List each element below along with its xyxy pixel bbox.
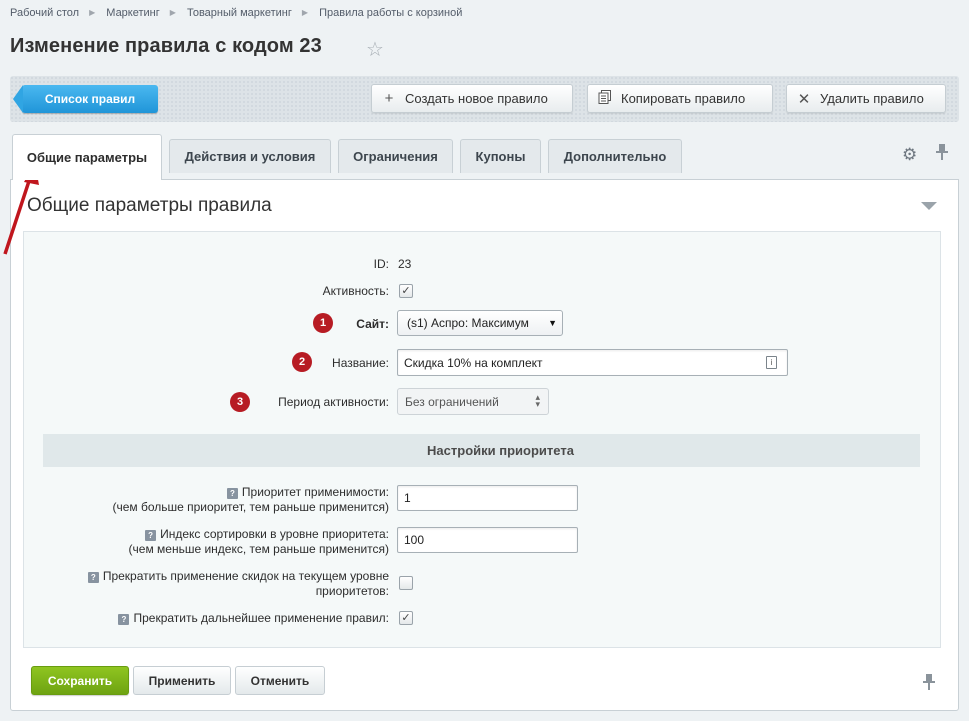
apply-button[interactable]: Применить (133, 666, 231, 695)
plus-icon: + (384, 90, 394, 107)
copy-rule-button[interactable]: Копировать правило (587, 84, 773, 113)
applicability-label-text: Приоритет применимости: (241, 485, 389, 499)
create-rule-button[interactable]: + Создать новое правило (371, 84, 573, 113)
site-label: Сайт: (356, 317, 389, 331)
pin-icon[interactable] (936, 144, 948, 164)
help-icon[interactable]: ? (118, 614, 130, 625)
chevron-right-icon: ▶ (89, 8, 96, 17)
save-button[interactable]: Сохранить (31, 666, 129, 695)
sort-label-text: Индекс сортировки в уровне приоритета: (160, 527, 389, 541)
create-rule-label: Создать новое правило (405, 91, 548, 106)
apply-label: Применить (148, 673, 216, 688)
breadcrumb: Рабочий стол ▶ Маркетинг ▶ Товарный маркет… (10, 7, 462, 19)
name-label: Название: (332, 356, 389, 370)
tab-actions-label: Действия и условия (184, 149, 316, 164)
applicability-input[interactable]: 1 (397, 485, 578, 511)
rule-list-label: Список правил (44, 92, 136, 106)
section-title: Общие параметры правила (27, 195, 272, 216)
tab-restrictions[interactable]: Ограничения (338, 139, 453, 173)
badge-2-text: 2 (298, 356, 306, 368)
tab-coupons-label: Купоны (475, 149, 526, 164)
stop-level-label-2: приоритетов: (315, 584, 389, 598)
stop-further-label: ? Прекратить дальнейшее применение правил… (118, 611, 389, 625)
badge-1-text: 1 (319, 317, 327, 329)
page-title: Изменение правила с кодом 23 (10, 35, 322, 57)
site-select-value: (s1) Аспро: Максимум (407, 316, 529, 330)
gear-icon[interactable]: ⚙ (902, 145, 917, 165)
tab-restrictions-label: Ограничения (353, 149, 438, 164)
save-label: Сохранить (47, 673, 113, 688)
translit-icon[interactable]: i (766, 356, 777, 369)
breadcrumb-desktop[interactable]: Рабочий стол (10, 7, 79, 19)
tab-general-label: Общие параметры (26, 150, 148, 165)
sort-input[interactable]: 100 (397, 527, 578, 553)
copy-icon (598, 89, 612, 108)
chevron-right-icon: ▶ (301, 8, 309, 17)
triangle-down-icon: ▼ (548, 318, 557, 328)
annotation-badge-1: 1 (313, 313, 333, 333)
tab-coupons[interactable]: Купоны (460, 139, 541, 173)
breadcrumb-cart-rules[interactable]: Правила работы с корзиной (319, 7, 462, 19)
cancel-button[interactable]: Отменить (235, 666, 325, 695)
cancel-label: Отменить (250, 673, 310, 688)
breadcrumb-marketing[interactable]: Маркетинг (106, 7, 159, 19)
breadcrumb-product-marketing[interactable]: Товарный маркетинг (187, 7, 292, 19)
applicability-input-value: 1 (404, 491, 411, 505)
site-select[interactable]: (s1) Аспро: Максимум ▼ (397, 310, 563, 336)
period-label: Период активности: (278, 395, 389, 409)
tab-actions[interactable]: Действия и условия (169, 139, 331, 173)
close-icon: ✕ (797, 90, 811, 108)
tab-general[interactable]: Общие параметры (12, 134, 162, 180)
annotation-badge-3: 3 (230, 392, 250, 412)
annotation-badge-2: 2 (292, 352, 312, 372)
stop-level-label-text: Прекратить применение скидок на текущем … (102, 569, 389, 583)
copy-rule-label: Копировать правило (621, 91, 746, 106)
id-value: 23 (398, 257, 412, 271)
stop-level-label: ? Прекратить применение скидок на текущем… (87, 569, 389, 583)
sort-hint: (чем меньше индекс, тем раньше применитс… (128, 542, 389, 556)
sort-input-value: 100 (404, 533, 425, 547)
stop-level-checkbox[interactable] (399, 576, 413, 590)
badge-3-text: 3 (236, 396, 244, 408)
tab-additional[interactable]: Дополнительно (548, 139, 682, 173)
period-select-value: Без ограничений (405, 394, 499, 409)
priority-header: Настройки приоритета (43, 434, 920, 467)
help-icon[interactable]: ? (87, 572, 99, 583)
help-icon[interactable]: ? (226, 488, 238, 499)
chevron-right-icon: ▶ (169, 8, 176, 17)
id-label: ID: (373, 257, 389, 271)
stop-further-checkbox[interactable]: ✓ (399, 611, 413, 625)
sort-label: ? Индекс сортировки в уровне приоритета: (145, 527, 389, 541)
name-input[interactable]: Скидка 10% на комплект i (397, 349, 788, 376)
name-input-value: Скидка 10% на комплект (404, 355, 543, 370)
stop-further-label-text: Прекратить дальнейшее применение правил: (133, 611, 389, 625)
pin-icon[interactable] (923, 674, 935, 694)
star-icon[interactable]: ☆ (366, 37, 384, 62)
applicability-hint: (чем больше приоритет, тем раньше примен… (112, 500, 389, 514)
collapse-icon[interactable] (921, 202, 937, 210)
tab-additional-label: Дополнительно (563, 149, 667, 164)
active-label: Активность: (322, 284, 389, 298)
updown-icon: ▴ ▾ (535, 392, 540, 409)
delete-rule-label: Удалить правило (820, 91, 924, 106)
rule-list-button[interactable]: Список правил (13, 85, 158, 113)
delete-rule-button[interactable]: ✕ Удалить правило (786, 84, 946, 113)
applicability-label: ? Приоритет применимости: (226, 485, 389, 499)
help-icon[interactable]: ? (145, 530, 157, 541)
period-select[interactable]: Без ограничений ▴ ▾ (397, 388, 549, 415)
active-checkbox[interactable]: ✓ (399, 284, 413, 298)
